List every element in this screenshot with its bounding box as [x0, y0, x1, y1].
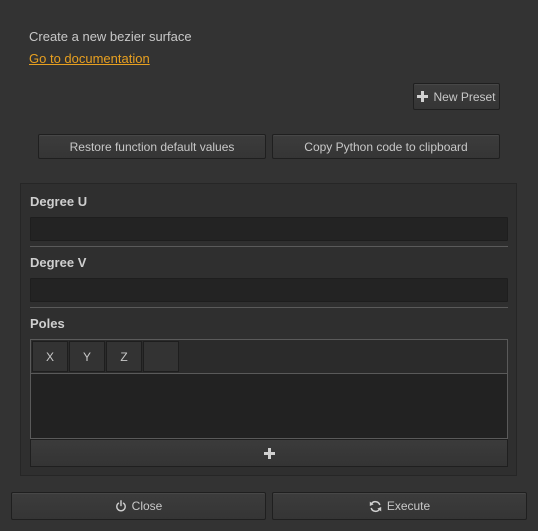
column-header-z[interactable]: Z: [106, 341, 142, 372]
poles-table-header: X Y Z: [31, 340, 507, 374]
restore-defaults-label: Restore function default values: [69, 139, 235, 154]
restore-defaults-button[interactable]: Restore function default values: [38, 134, 266, 159]
refresh-icon: [369, 500, 382, 512]
execute-button[interactable]: Execute: [272, 492, 527, 520]
add-pole-button[interactable]: [30, 439, 508, 467]
divider: [30, 307, 508, 308]
column-header-x[interactable]: X: [32, 341, 68, 372]
function-description: Create a new bezier surface: [29, 29, 192, 44]
poles-label: Poles: [30, 316, 65, 331]
degree-u-label: Degree U: [30, 194, 88, 209]
column-header-y[interactable]: Y: [69, 341, 105, 372]
divider: [30, 246, 508, 247]
column-header-blank[interactable]: [143, 341, 179, 372]
plus-icon: [417, 91, 429, 102]
close-label: Close: [131, 499, 163, 513]
new-preset-label: New Preset: [433, 89, 496, 104]
degree-v-field[interactable]: [30, 278, 508, 302]
documentation-link[interactable]: Go to documentation: [29, 51, 150, 66]
plus-icon: [263, 447, 275, 459]
execute-label: Execute: [386, 499, 431, 513]
copy-python-label: Copy Python code to clipboard: [304, 139, 468, 154]
power-icon: [115, 500, 126, 512]
copy-python-button[interactable]: Copy Python code to clipboard: [272, 134, 500, 159]
close-button[interactable]: Close: [11, 492, 266, 520]
degree-u-field[interactable]: [30, 217, 508, 241]
new-preset-button[interactable]: New Preset: [413, 83, 500, 110]
degree-v-label: Degree V: [30, 255, 87, 270]
poles-table[interactable]: X Y Z: [30, 339, 508, 439]
